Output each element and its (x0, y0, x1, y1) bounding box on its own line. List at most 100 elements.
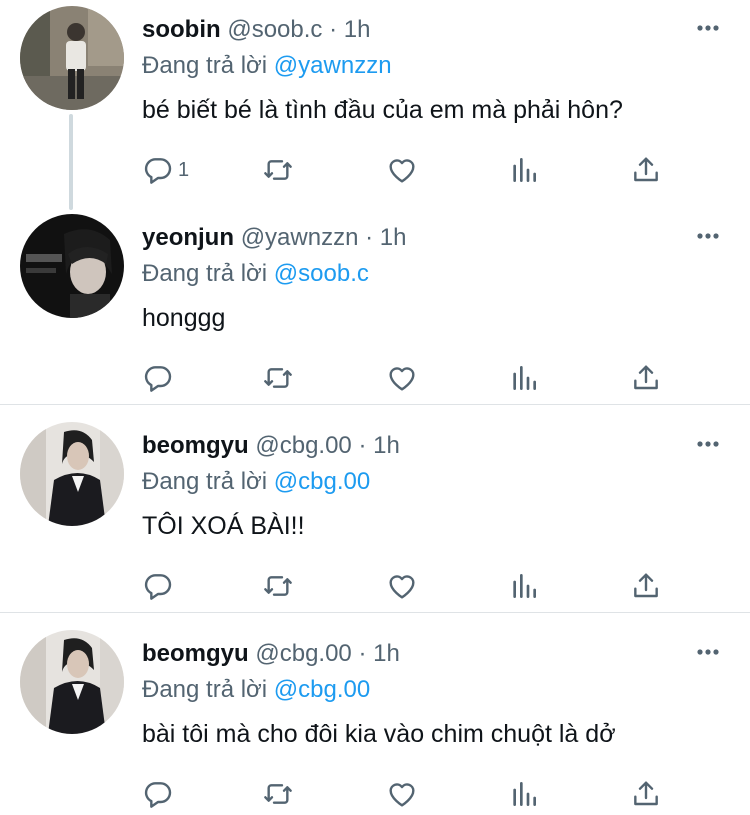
retweet-icon (264, 784, 292, 804)
avatar[interactable] (20, 6, 124, 110)
share-icon (634, 781, 658, 806)
share-button[interactable] (630, 152, 662, 188)
replying-prefix: Đang trả lời (142, 468, 268, 495)
like-button[interactable] (386, 152, 418, 188)
like-icon (389, 783, 415, 807)
separator-dot: · (329, 16, 338, 43)
reply-icon (144, 574, 172, 600)
tweet-feed: soobin @soob.c · 1h Đang trả lời @yawnzz… (0, 0, 750, 815)
reply-button[interactable] (142, 776, 178, 812)
timestamp[interactable]: 1h (373, 432, 400, 459)
tweet-header: yeonjun @yawnzzn · 1h (142, 224, 406, 252)
replying-prefix: Đang trả lời (142, 52, 268, 79)
timestamp[interactable]: 1h (373, 640, 400, 667)
like-button[interactable] (386, 360, 418, 396)
replying-prefix: Đang trả lời (142, 260, 268, 287)
reply-count: 1 (178, 158, 190, 181)
analytics-icon (513, 574, 536, 598)
avatar[interactable] (20, 422, 124, 526)
tweet-header: soobin @soob.c · 1h (142, 16, 370, 44)
tweet-header: beomgyu @cbg.00 · 1h (142, 432, 400, 460)
mention-link[interactable]: @yawnzzn (274, 52, 392, 79)
share-button[interactable] (630, 360, 662, 396)
separator-dot: · (358, 640, 367, 667)
user-handle[interactable]: @cbg.00 (255, 640, 351, 667)
analytics-button[interactable] (508, 776, 540, 812)
reply-icon (144, 158, 172, 184)
replying-to: Đang trả lời @yawnzzn (142, 52, 392, 80)
retweet-button[interactable] (262, 152, 294, 188)
analytics-icon (513, 158, 536, 182)
avatar-image (20, 422, 124, 526)
like-icon (389, 367, 415, 391)
like-icon (389, 575, 415, 599)
tweet-text: bài tôi mà cho đôi kia vào chim chuột là… (142, 720, 616, 748)
divider (0, 612, 750, 613)
replying-to: Đang trả lời @soob.c (142, 260, 369, 288)
retweet-button[interactable] (262, 360, 294, 396)
tweet[interactable]: beomgyu @cbg.00 · 1h Đang trả lời @cbg.0… (0, 422, 750, 612)
user-handle[interactable]: @soob.c (227, 16, 322, 43)
avatar-image (20, 6, 124, 110)
avatar[interactable] (20, 630, 124, 734)
replying-to: Đang trả lời @cbg.00 (142, 676, 370, 704)
share-icon (634, 365, 658, 390)
separator-dot: · (365, 224, 374, 251)
timestamp[interactable]: 1h (344, 16, 371, 43)
reply-icon (144, 366, 172, 392)
tweet-text: TÔI XOÁ BÀI!! (142, 512, 305, 540)
reply-button[interactable] (142, 360, 178, 396)
user-handle[interactable]: @cbg.00 (255, 432, 351, 459)
share-icon (634, 157, 658, 182)
retweet-icon (264, 160, 292, 180)
reply-icon (144, 782, 172, 808)
more-icon[interactable] (696, 440, 720, 448)
user-handle[interactable]: @yawnzzn (241, 224, 359, 251)
avatar-image (20, 630, 124, 734)
share-button[interactable] (630, 568, 662, 604)
action-bar: 1 (142, 152, 682, 188)
share-button[interactable] (630, 776, 662, 812)
more-icon[interactable] (696, 24, 720, 32)
tweet[interactable]: soobin @soob.c · 1h Đang trả lời @yawnzz… (0, 6, 750, 210)
retweet-button[interactable] (262, 568, 294, 604)
display-name[interactable]: beomgyu (142, 432, 249, 459)
more-icon[interactable] (696, 648, 720, 656)
tweet-header: beomgyu @cbg.00 · 1h (142, 640, 400, 668)
reply-button[interactable]: 1 (142, 152, 189, 188)
thread-line (69, 114, 73, 210)
share-icon (634, 573, 658, 598)
analytics-icon (513, 782, 536, 806)
action-bar (142, 776, 682, 812)
retweet-icon (264, 368, 292, 388)
retweet-button[interactable] (262, 776, 294, 812)
replying-to: Đang trả lời @cbg.00 (142, 468, 370, 496)
tweet[interactable]: yeonjun @yawnzzn · 1h Đang trả lời @soob… (0, 214, 750, 404)
more-icon[interactable] (696, 232, 720, 240)
divider (0, 404, 750, 405)
replying-prefix: Đang trả lời (142, 676, 268, 703)
tweet[interactable]: beomgyu @cbg.00 · 1h Đang trả lời @cbg.0… (0, 630, 750, 815)
separator-dot: · (358, 432, 367, 459)
display-name[interactable]: soobin (142, 16, 221, 43)
display-name[interactable]: yeonjun (142, 224, 234, 251)
retweet-icon (264, 576, 292, 596)
mention-link[interactable]: @cbg.00 (274, 468, 370, 495)
display-name[interactable]: beomgyu (142, 640, 249, 667)
tweet-text: honggg (142, 304, 226, 332)
reply-button[interactable] (142, 568, 178, 604)
like-icon (389, 159, 415, 183)
action-bar (142, 360, 682, 396)
tweet-text: bé biết bé là tình đầu của em mà phải hô… (142, 96, 623, 124)
analytics-button[interactable] (508, 152, 540, 188)
like-button[interactable] (386, 568, 418, 604)
mention-link[interactable]: @cbg.00 (274, 676, 370, 703)
action-bar (142, 568, 682, 604)
analytics-button[interactable] (508, 568, 540, 604)
avatar[interactable] (20, 214, 124, 318)
like-button[interactable] (386, 776, 418, 812)
avatar-image (20, 214, 124, 318)
mention-link[interactable]: @soob.c (274, 260, 369, 287)
analytics-button[interactable] (508, 360, 540, 396)
timestamp[interactable]: 1h (380, 224, 407, 251)
